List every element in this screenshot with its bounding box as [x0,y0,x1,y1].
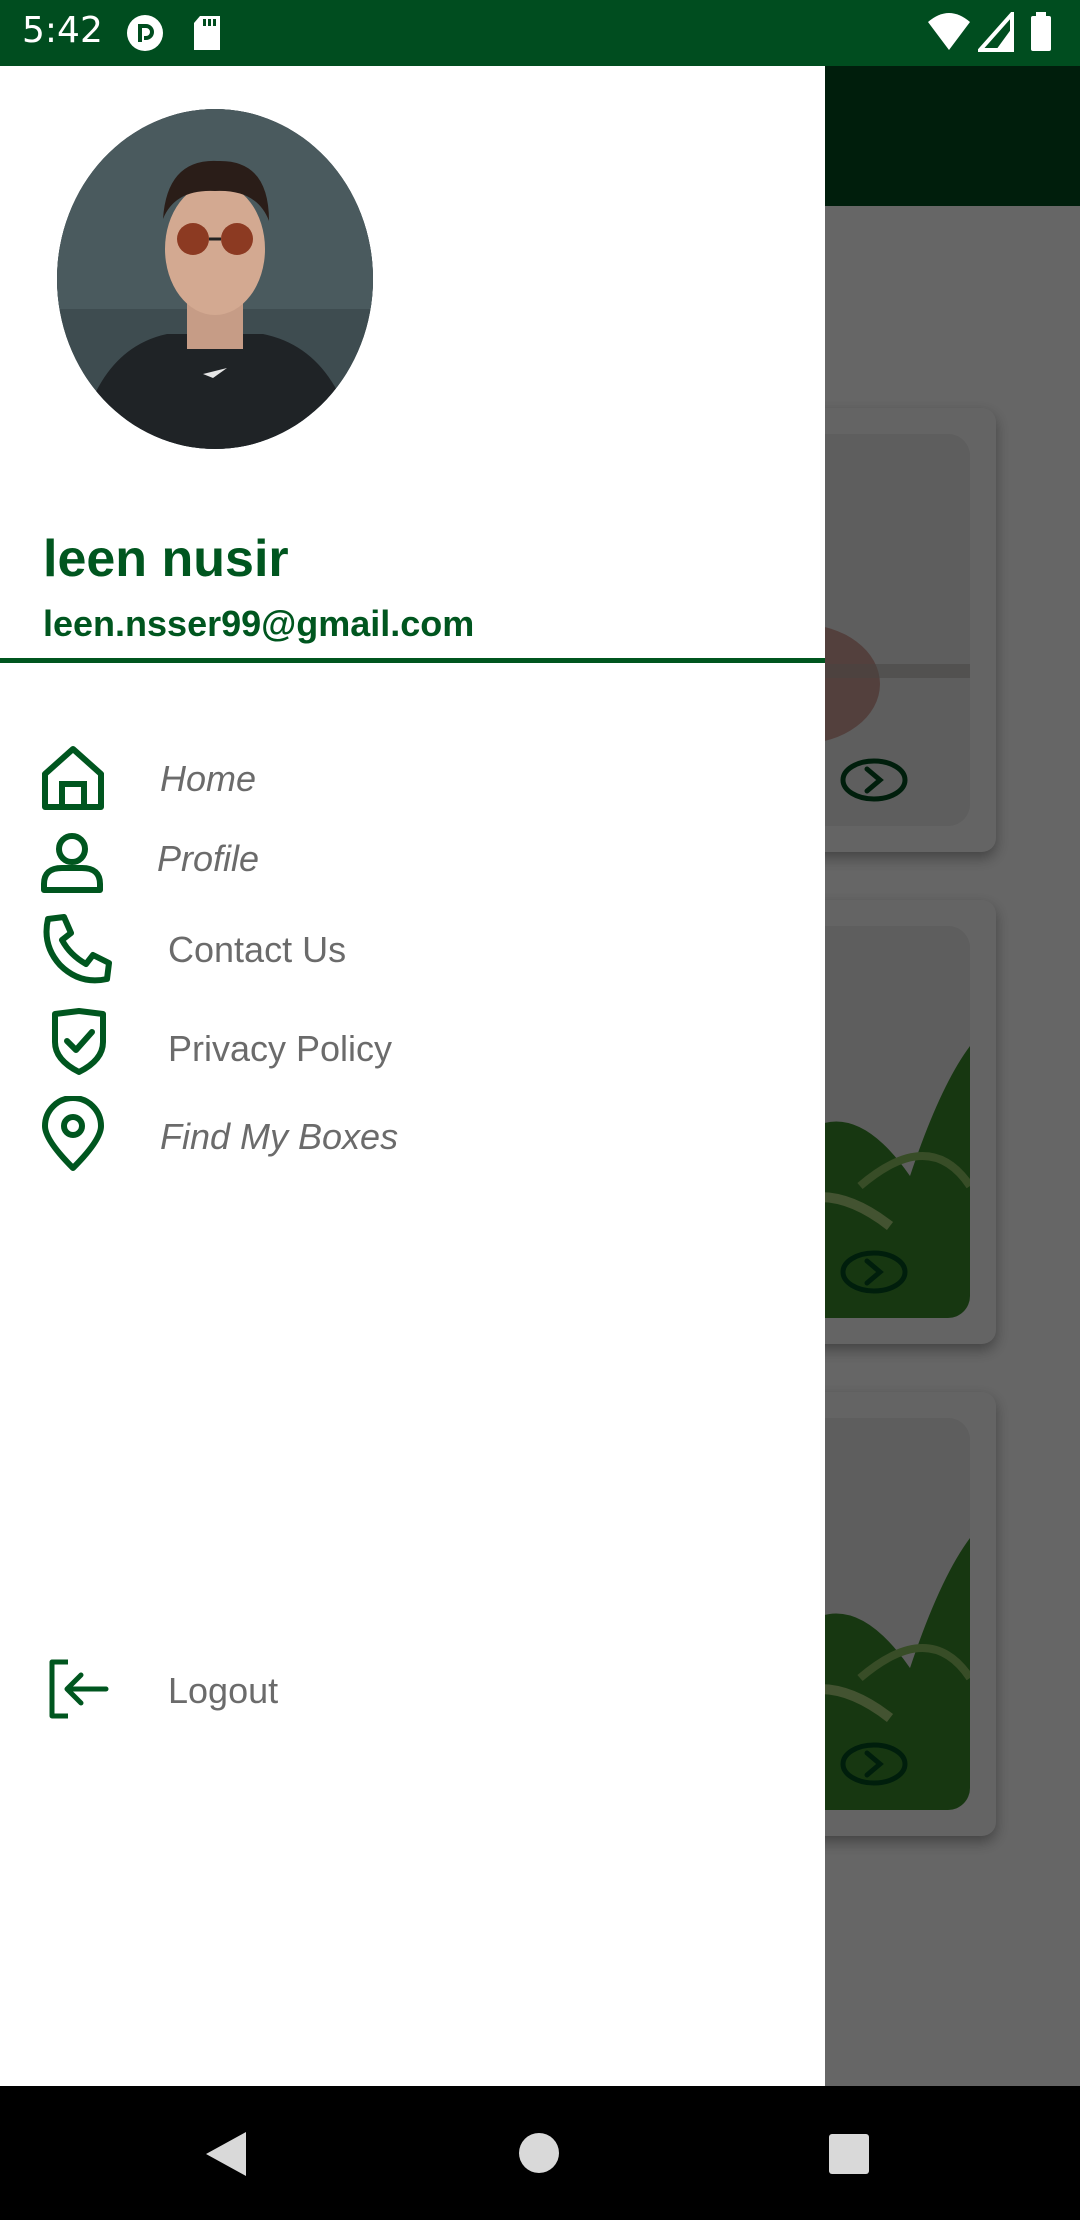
nav-item-label: Profile [157,838,260,879]
status-bar: 5:42 [0,0,1080,66]
nav-item-label: Find My Boxes [160,1116,399,1157]
pocket-casts-icon [126,14,164,57]
nav-item-contact-us[interactable]: Contact Us [0,911,825,991]
logout-icon [49,1659,109,1719]
home-button[interactable] [518,2132,560,2174]
back-button[interactable] [204,2130,248,2178]
home-icon [42,746,104,810]
nav-item-find-my-boxes[interactable]: Find My Boxes [0,1096,825,1176]
recents-button[interactable] [828,2133,870,2175]
logout-label: Logout [168,1670,279,1711]
shield-check-icon [52,1008,106,1075]
location-pin-icon [42,1096,104,1171]
status-time: 5:42 [22,10,103,51]
system-nav-bar [0,2086,1080,2220]
nav-item-label: Contact Us [168,929,347,970]
battery-icon [1031,12,1051,51]
nav-item-label: Home [160,758,257,799]
phone-icon [43,914,112,984]
avatar[interactable] [57,109,373,449]
header-divider [0,658,825,663]
signal-icon [978,12,1014,52]
navigation-drawer: leen nusir leen.nsser99@gmail.com Home P… [0,66,825,2086]
user-name: leen nusir [43,530,289,588]
sd-card-icon [192,14,222,57]
status-right-icons [926,12,1066,54]
user-email: leen.nsser99@gmail.com [43,603,475,644]
nav-item-logout[interactable]: Logout [0,1656,825,1736]
wifi-icon [928,13,970,50]
nav-item-profile[interactable]: Profile [0,826,825,906]
nav-item-privacy-policy[interactable]: Privacy Policy [0,1008,825,1088]
nav-item-label: Privacy Policy [168,1028,393,1069]
nav-item-home[interactable]: Home [0,736,825,816]
person-icon [41,833,103,893]
